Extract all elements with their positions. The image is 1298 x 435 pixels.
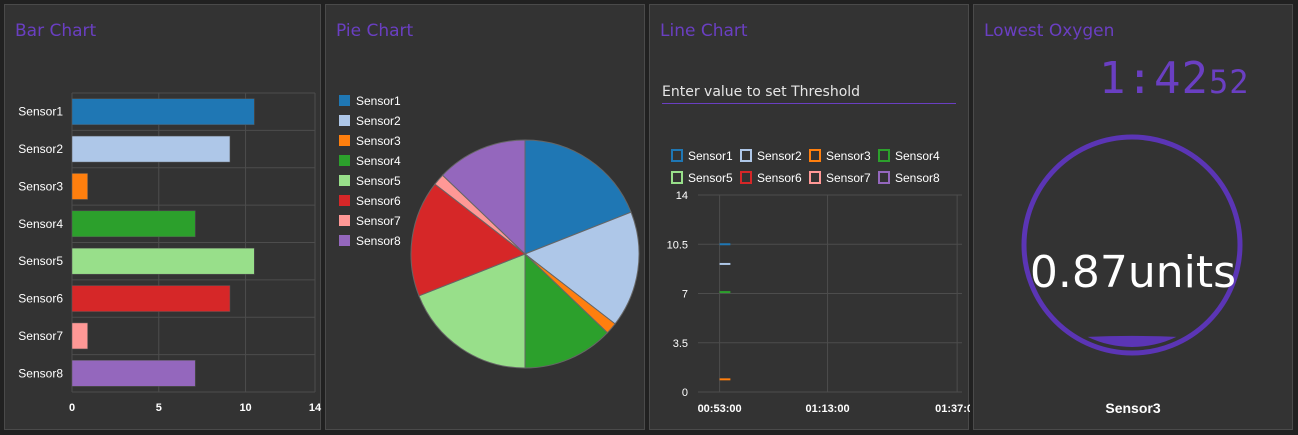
bar	[71, 210, 196, 238]
bar	[71, 135, 231, 163]
bar-category-label: Sensor1	[18, 105, 63, 119]
pie-legend-label: Sensor1	[356, 94, 401, 108]
gauge-panel: Lowest Oxygen 1:4252 0.87units Sensor3	[973, 4, 1293, 430]
line-legend-swatch	[740, 149, 752, 162]
line-legend-swatch	[809, 149, 821, 162]
pie-legend-swatch	[339, 95, 350, 106]
pie-chart-panel: Pie Chart Sensor1 Sensor2 Sensor3 Sensor4 Se…	[325, 4, 645, 430]
line-y-tick-label: 7	[682, 289, 688, 301]
line-chart: Sensor1 Sensor2 Sensor3 Sensor4 Sensor5 Senso…	[667, 149, 970, 415]
line-legend-swatch	[740, 171, 752, 184]
line-y-tick-label: 14	[676, 190, 688, 202]
pie-legend-label: Sensor8	[356, 234, 401, 248]
line-legend-swatch	[878, 149, 890, 162]
line-legend-label: Sensor5	[688, 171, 733, 185]
line-legend-label: Sensor6	[757, 171, 802, 185]
line-legend-label: Sensor4	[895, 149, 940, 163]
bar	[71, 98, 255, 125]
pie-legend-swatch	[339, 175, 350, 186]
line-legend-label: Sensor8	[895, 171, 940, 185]
gauge-ring-track	[1021, 134, 1243, 356]
line-legend-label: Sensor1	[688, 149, 733, 163]
line-legend-label: Sensor2	[757, 149, 802, 163]
line-legend-swatch	[671, 171, 683, 184]
bar-x-tick-label: 0	[69, 402, 75, 414]
bar-category-label: Sensor7	[18, 329, 63, 343]
pie-legend-label: Sensor4	[356, 154, 401, 168]
pie-legend-swatch	[339, 215, 350, 226]
bar-chart: Sensor1 Sensor2 Sensor3 Sensor4 Sensor5 Senso…	[18, 92, 322, 414]
bar-category-label: Sensor2	[18, 142, 63, 156]
bar	[71, 360, 196, 387]
pie-legend-swatch	[339, 115, 350, 126]
bar-x-tick-label: 5	[156, 402, 162, 414]
line-legend-swatch	[878, 171, 890, 184]
pie-legend-label: Sensor5	[356, 174, 401, 188]
line-x-tick-label: 01:13:00	[806, 403, 850, 415]
line-legend-label: Sensor7	[826, 171, 871, 185]
bar	[71, 322, 88, 350]
line-legend-swatch	[809, 171, 821, 184]
bar	[71, 285, 231, 312]
line-y-tick-label: 0	[682, 387, 688, 399]
pie-legend-label: Sensor6	[356, 194, 401, 208]
bar-category-label: Sensor5	[18, 254, 63, 268]
gauge-value: 0.87units	[1029, 247, 1237, 298]
pie-legend-swatch	[339, 135, 350, 146]
bar	[71, 247, 255, 275]
bar-x-tick-label: 14	[309, 402, 322, 414]
bar-chart-panel: Bar Chart Sensor1 Sensor2 Sensor3 Sensor4 Se…	[4, 4, 322, 430]
gauge-sensor-label: Sensor3	[1105, 400, 1161, 416]
pie-legend-label: Sensor2	[356, 114, 401, 128]
line-y-tick-label: 10.5	[667, 239, 688, 251]
bar-category-label: Sensor6	[18, 292, 63, 306]
bar	[71, 173, 88, 200]
bar-x-tick-label: 10	[239, 402, 251, 414]
pie-legend-label: Sensor3	[356, 134, 401, 148]
gauge-level-fill	[1087, 335, 1177, 347]
line-y-tick-label: 3.5	[673, 338, 688, 350]
pie-legend-swatch	[339, 235, 350, 246]
line-x-tick-label: 01:37:00	[935, 403, 970, 415]
line-chart-panel: Line Chart Sensor1Sensor2Sensor3Sensor4S…	[649, 4, 970, 430]
bar-category-label: Sensor8	[18, 366, 63, 380]
bar-category-label: Sensor4	[18, 217, 63, 231]
pie-chart: Sensor1 Sensor2 Sensor3 Sensor4 Sensor5 Senso…	[339, 94, 640, 369]
pie-legend-swatch	[339, 155, 350, 166]
line-x-tick-label: 00:53:00	[698, 403, 742, 415]
gauge-ring	[1021, 134, 1243, 356]
line-legend-swatch	[671, 149, 683, 162]
bar-category-label: Sensor3	[18, 179, 63, 193]
line-legend-label: Sensor3	[826, 149, 871, 163]
pie-legend-label: Sensor7	[356, 214, 401, 228]
pie-legend-swatch	[339, 195, 350, 206]
